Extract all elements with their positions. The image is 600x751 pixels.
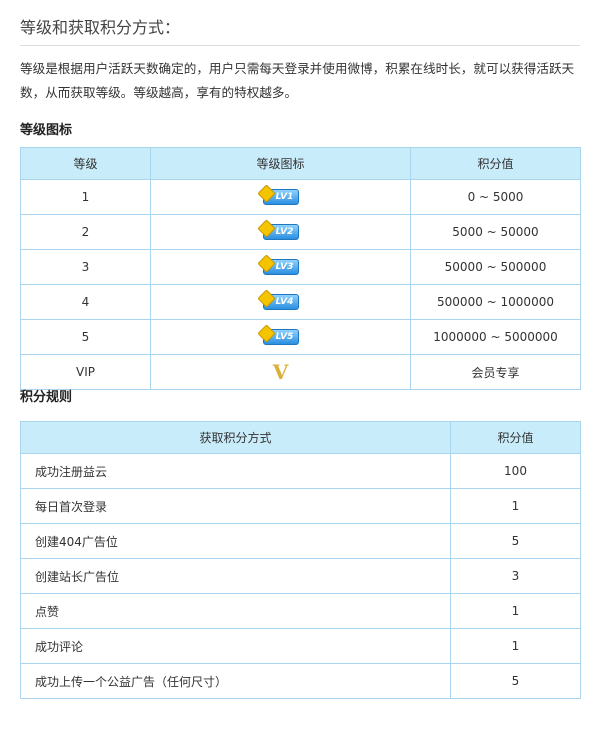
level-badge-label: LV2 (275, 227, 294, 237)
level-icon-cell: LV4 (150, 284, 411, 320)
table-row: 3 LV3 50000 ~ 500000 (20, 249, 581, 285)
level-icon-cell: V (150, 354, 411, 390)
level-number: VIP (20, 354, 151, 390)
table-row: 1 LV1 0 ~ 5000 (20, 179, 581, 215)
points-range: 50000 ~ 500000 (410, 249, 581, 285)
level-icons-heading: 等级图标 (20, 123, 73, 138)
table-row: 成功上传一个公益广告（任何尺寸） 5 (20, 663, 581, 699)
points-rules-heading: 积分规则 (20, 390, 73, 405)
points-cell: 1 (450, 593, 581, 629)
level-badge-icon: LV2 (256, 219, 299, 240)
points-cell: 5 (450, 663, 581, 699)
table-row: VIP V 会员专享 (20, 354, 581, 390)
table-row: 4 LV4 500000 ~ 1000000 (20, 284, 581, 320)
points-cell: 1 (450, 488, 581, 524)
page-title: 等级和获取积分方式： (20, 16, 580, 46)
points-table-header: 获取积分方式 积分值 (20, 421, 581, 454)
points-cell: 1 (450, 628, 581, 664)
method-cell: 创建404广告位 (20, 523, 451, 559)
table-row: 创建404广告位 5 (20, 523, 581, 559)
vip-icon: V (272, 360, 289, 384)
table-row: 创建站长广告位 3 (20, 558, 581, 594)
intro-text: 等级是根据用户活跃天数确定的，用户只需每天登录并使用微博，积累在线时长，就可以获… (20, 61, 575, 100)
method-cell: 成功注册益云 (20, 453, 451, 489)
method-cell: 创建站长广告位 (20, 558, 451, 594)
level-column-header: 等级 (20, 147, 151, 180)
points-range: 会员专享 (410, 354, 581, 390)
points-range: 500000 ~ 1000000 (410, 284, 581, 320)
points-cell: 5 (450, 523, 581, 559)
level-table: 等级 等级图标 积分值 1 LV1 0 ~ 5000 2 LV2 5000 ~ … (20, 147, 581, 390)
page: 等级和获取积分方式： 等级是根据用户活跃天数确定的，用户只需每天登录并使用微博，… (0, 0, 600, 751)
level-number: 2 (20, 214, 151, 250)
level-badge-icon: LV4 (256, 289, 299, 310)
table-row: 2 LV2 5000 ~ 50000 (20, 214, 581, 250)
level-number: 4 (20, 284, 151, 320)
table-row: 成功注册益云 100 (20, 453, 581, 489)
points-column-header: 积分值 (450, 421, 581, 454)
method-column-header: 获取积分方式 (20, 421, 451, 454)
level-number: 3 (20, 249, 151, 285)
table-row: 每日首次登录 1 (20, 488, 581, 524)
level-badge-label: LV5 (275, 332, 294, 342)
table-row: 5 LV5 1000000 ~ 5000000 (20, 319, 581, 355)
table-row: 成功评论 1 (20, 628, 581, 664)
level-icon-column-header: 等级图标 (150, 147, 411, 180)
method-cell: 点赞 (20, 593, 451, 629)
level-table-header: 等级 等级图标 积分值 (20, 147, 581, 180)
points-range-column-header: 积分值 (410, 147, 581, 180)
level-icon-cell: LV5 (150, 319, 411, 355)
level-badge-icon: LV3 (256, 254, 299, 275)
points-cell: 100 (450, 453, 581, 489)
level-icon-cell: LV1 (150, 179, 411, 215)
points-range: 1000000 ~ 5000000 (410, 319, 581, 355)
level-number: 1 (20, 179, 151, 215)
level-badge-icon: LV1 (256, 184, 299, 205)
level-icon-cell: LV2 (150, 214, 411, 250)
points-range: 5000 ~ 50000 (410, 214, 581, 250)
level-badge-label: LV1 (275, 192, 294, 202)
points-range: 0 ~ 5000 (410, 179, 581, 215)
points-table: 获取积分方式 积分值 成功注册益云 100 每日首次登录 1 创建404广告位 … (20, 421, 581, 699)
table-row: 点赞 1 (20, 593, 581, 629)
method-cell: 成功评论 (20, 628, 451, 664)
points-cell: 3 (450, 558, 581, 594)
level-number: 5 (20, 319, 151, 355)
method-cell: 成功上传一个公益广告（任何尺寸） (20, 663, 451, 699)
level-badge-label: LV4 (275, 297, 294, 307)
level-badge-icon: LV5 (256, 324, 299, 345)
method-cell: 每日首次登录 (20, 488, 451, 524)
level-badge-label: LV3 (275, 262, 294, 272)
level-icon-cell: LV3 (150, 249, 411, 285)
